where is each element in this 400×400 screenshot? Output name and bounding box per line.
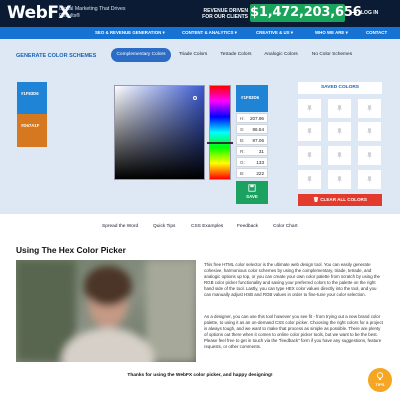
nav-item-seo[interactable]: SEO & REVENUE GENERATION ▾ — [95, 30, 165, 36]
tab-tetrade[interactable]: Tetrade Colors — [217, 48, 255, 62]
saturation-brightness-area[interactable] — [114, 85, 205, 180]
green-field[interactable]: G: 133 — [236, 157, 268, 167]
tab-complementary[interactable]: Complementary Colors — [111, 48, 171, 62]
subnav-spread-the-word[interactable]: Spread the Word — [102, 224, 138, 229]
nav-item-content[interactable]: CONTENT & ANALYTICS ▾ — [182, 30, 237, 36]
saved-color-slot[interactable] — [298, 170, 321, 189]
pin-icon — [307, 105, 312, 112]
article-paragraph-2: As a designer, you can use this tool how… — [204, 314, 383, 350]
field-value[interactable]: 86.54 — [253, 127, 265, 132]
subnav-color-chart[interactable]: Color Chart — [273, 224, 298, 229]
article-photo — [16, 260, 196, 362]
top-header: WebFX Digital Marketing That Drives Resu… — [0, 0, 400, 27]
tab-analogic[interactable]: Analogic Colors — [262, 48, 300, 62]
pin-icon — [307, 152, 312, 159]
pin-icon — [367, 152, 372, 159]
tips-button[interactable]: TIPS — [368, 368, 392, 392]
pin-icon — [337, 128, 342, 135]
field-value[interactable]: 87.06 — [253, 138, 265, 143]
pin-icon — [337, 176, 342, 183]
field-label: H: — [240, 116, 245, 121]
pin-icon — [367, 128, 372, 135]
hue-field[interactable]: H: 207.96 — [236, 113, 268, 123]
scheme-swatch-complement[interactable]: #D67A1F — [17, 114, 47, 147]
clear-label: CLEAR ALL COLORS — [320, 197, 367, 202]
closing-message: Thanks for using the WebFX color picker,… — [127, 373, 273, 378]
article-paragraph-1: This free HTML color selector is the ult… — [204, 262, 380, 298]
subnav-quick-tips[interactable]: Quick Tips — [153, 224, 175, 229]
subnav-css-examples[interactable]: CSS Examples — [191, 224, 223, 229]
login-link[interactable]: LOG IN — [361, 10, 378, 16]
login-icon[interactable] — [351, 9, 358, 16]
pin-icon — [337, 152, 342, 159]
field-label: B: — [240, 171, 245, 176]
field-value[interactable]: 133 — [256, 160, 264, 165]
saved-colors-title: SAVED COLORS — [298, 82, 382, 94]
tab-triade[interactable]: Triade Colors — [175, 48, 211, 62]
saturation-field[interactable]: S: 86.54 — [236, 124, 268, 134]
saved-color-slot[interactable] — [358, 122, 381, 141]
pin-icon — [337, 105, 342, 112]
hue-slider-handle[interactable] — [207, 142, 233, 144]
picker-cursor[interactable] — [193, 96, 197, 100]
pin-icon — [367, 176, 372, 183]
saved-color-slot[interactable] — [298, 146, 321, 165]
field-label: S: — [240, 127, 245, 132]
tab-no-scheme[interactable]: No Color Schemes — [308, 48, 356, 62]
field-label: B: — [240, 138, 245, 143]
current-color-hex[interactable]: #1F83D6 — [236, 85, 268, 112]
tips-label: TIPS — [375, 382, 385, 387]
nav-item-creative[interactable]: CREATIVE & UX ▾ — [256, 30, 293, 36]
generate-schemes-title: GENERATE COLOR SCHEMES — [16, 53, 97, 59]
revenue-label: REVENUE DRIVEN FOR OUR CLIENTS — [202, 8, 248, 20]
saved-color-slot[interactable] — [328, 99, 351, 118]
saved-color-slot[interactable] — [328, 146, 351, 165]
hue-slider[interactable] — [209, 85, 231, 180]
subnav-feedback[interactable]: Feedback — [237, 224, 258, 229]
saved-color-slot[interactable] — [328, 170, 351, 189]
nav-item-who-we-are[interactable]: WHO WE ARE ▾ — [315, 30, 348, 36]
clear-all-colors-button[interactable]: 🗑 CLEAR ALL COLORS — [298, 194, 382, 206]
revenue-counter: $1,472,203,656 — [250, 4, 362, 22]
pin-icon — [307, 128, 312, 135]
pin-icon — [307, 176, 312, 183]
saved-color-slot[interactable] — [358, 146, 381, 165]
saved-color-slot[interactable] — [298, 99, 321, 118]
saved-color-slot[interactable] — [358, 99, 381, 118]
saved-color-slot[interactable] — [298, 122, 321, 141]
field-label: G: — [240, 160, 245, 165]
lightbulb-icon — [376, 372, 384, 380]
scheme-swatch-primary[interactable]: #1F83D6 — [17, 82, 47, 115]
nav-item-contact[interactable]: CONTACT — [366, 30, 387, 35]
blue-field[interactable]: B: 222 — [236, 168, 268, 178]
save-icon — [248, 184, 256, 192]
field-value[interactable]: 222 — [256, 171, 264, 176]
article-title: Using The Hex Color Picker — [16, 245, 126, 255]
main-nav: SEO & REVENUE GENERATION ▾ CONTENT & ANA… — [0, 27, 400, 39]
field-value[interactable]: 207.96 — [250, 116, 264, 121]
field-label: R: — [240, 149, 245, 154]
brightness-field[interactable]: B: 87.06 — [236, 135, 268, 145]
pin-icon — [367, 105, 372, 112]
saved-color-slot[interactable] — [358, 170, 381, 189]
tagline: Digital Marketing That Drives Results® — [59, 6, 126, 19]
saved-color-slot[interactable] — [328, 122, 351, 141]
red-field[interactable]: R: 31 — [236, 146, 268, 156]
field-value[interactable]: 31 — [259, 149, 264, 154]
blurred-person-image — [16, 260, 196, 362]
